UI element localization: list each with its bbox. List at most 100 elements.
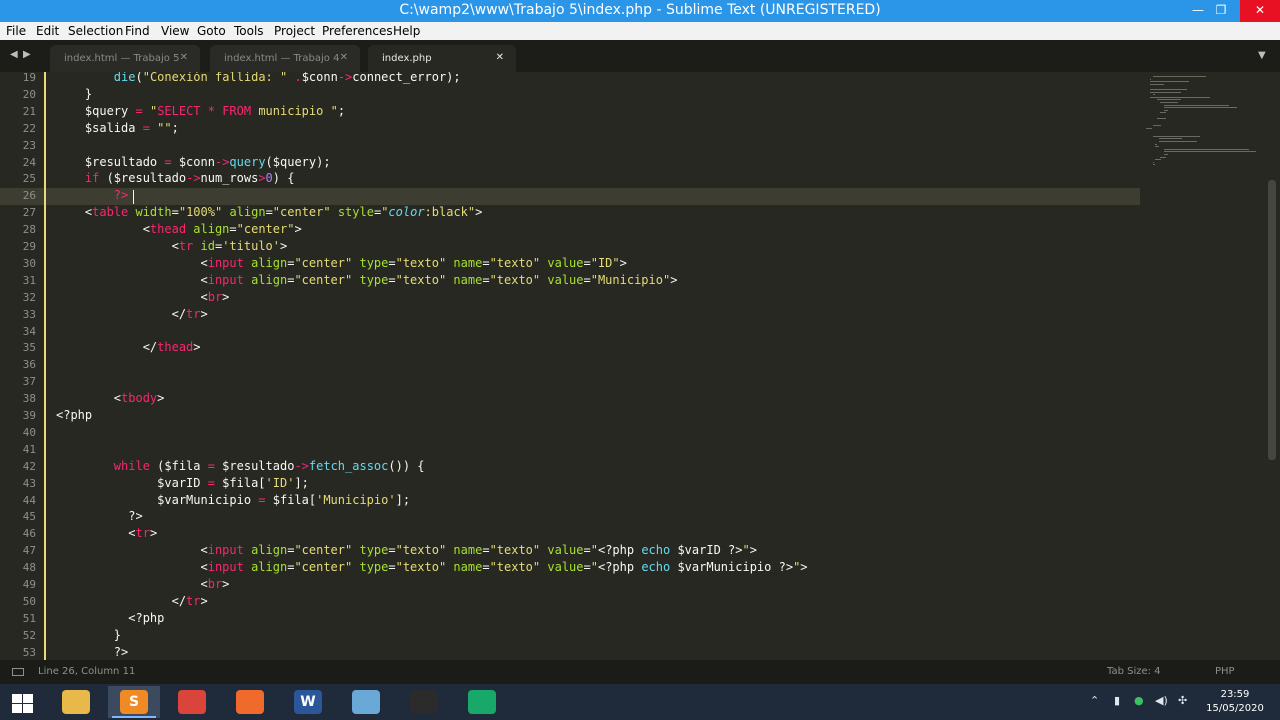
code-line[interactable]: <tbody> [56,391,165,405]
code-line[interactable]: </tr> [56,594,208,608]
menu-help[interactable]: Help [393,24,420,38]
line-number: 47 [22,544,36,558]
maximize-icon[interactable]: ❐ [1206,0,1236,22]
word-icon: W [294,690,322,714]
minimap-line [1153,164,1156,166]
code-line[interactable]: $varID = $fila['ID']; [56,476,309,490]
network-icon[interactable]: ✣ [1178,694,1187,707]
menu-edit[interactable]: Edit [36,24,59,38]
code-editor[interactable]: 19 die("Conexión fallida: " .$conn->conn… [0,72,1280,660]
menu-selection[interactable]: Selection [68,24,123,38]
taskbar-sublime-text[interactable]: S [108,686,160,718]
tab-close-icon[interactable]: ✕ [340,52,348,63]
line-number: 33 [22,307,36,321]
menu-file[interactable]: File [6,24,26,38]
line-number: 52 [22,628,36,642]
line-number: 44 [22,493,36,507]
menu-bar: File Edit Selection Find View Goto Tools Projec… [0,22,1280,40]
line-number: 45 [22,510,36,524]
code-line[interactable]: <br> [56,577,229,591]
code-line[interactable]: <thead align="center"> [56,222,302,236]
menu-preferences[interactable]: Preferences [322,24,393,38]
code-line[interactable]: </thead> [56,340,201,354]
code-line[interactable]: $resultado = $conn->query($query); [56,155,331,169]
tab-list-dropdown-icon[interactable]: ▼ [1258,50,1266,61]
code-line[interactable]: <table width="100%" align="center" style… [56,205,482,219]
menu-goto[interactable]: Goto [197,24,226,38]
close-icon[interactable]: ✕ [1240,0,1280,22]
status-bar: Line 26, Column 11 Tab Size: 4 PHP [0,660,1280,684]
tab-scroll-right-icon[interactable]: ▶ [23,49,31,60]
security-icon[interactable]: ● [1134,694,1144,707]
code-line[interactable]: if ($resultado->num_rows>0) { [56,171,295,185]
minimap-line [1149,81,1190,83]
paint-icon [352,690,380,714]
minimap-line [1153,76,1206,77]
code-line[interactable]: <tr> [56,526,157,540]
code-line[interactable]: while ($fila = $resultado->fetch_assoc()… [56,459,425,473]
code-line[interactable]: <input align="center" type="texto" name=… [56,560,807,574]
menu-tools[interactable]: Tools [234,24,264,38]
code-line[interactable]: $varMunicipio = $fila['Municipio']; [56,493,410,507]
line-number: 42 [22,459,36,473]
line-number: 22 [22,121,36,135]
taskbar-paint[interactable] [340,686,392,718]
clock-date: 15/05/2020 [1206,703,1264,714]
minimap-line [1149,89,1187,90]
code-line[interactable]: } [56,87,92,101]
usb-icon[interactable]: ▮ [1114,694,1120,707]
line-number: 21 [22,104,36,118]
code-line[interactable]: <input align="center" type="texto" name=… [56,256,626,270]
code-line[interactable]: </tr> [56,307,208,321]
code-line[interactable]: <?php [56,408,92,422]
code-line[interactable]: ?> [56,645,128,659]
start-button[interactable] [0,686,52,718]
code-line[interactable]: $salida = ""; [56,121,179,135]
tab-close-icon[interactable]: ✕ [180,52,188,63]
minimap[interactable] [1140,72,1268,660]
menu-project[interactable]: Project [274,24,315,38]
code-line[interactable]: <br> [56,290,229,304]
tab-1[interactable]: index.html — Trabajo 5 ✕ [50,45,200,72]
line-number: 40 [22,425,36,439]
code-line[interactable]: <?php [56,611,164,625]
minimap-line [1155,159,1161,161]
window-title: C:\wamp2\www\Trabajo 5\index.php - Subli… [399,2,881,18]
taskbar-app-launcher[interactable] [456,686,508,718]
code-line[interactable]: ?> [56,509,142,523]
panel-toggle-icon[interactable] [12,668,24,676]
code-line[interactable]: die("Conexión fallida: " .$conn->connect… [56,72,461,84]
minimap-line [1160,112,1166,114]
tab-scroll-left-icon[interactable]: ◀ [10,49,18,60]
menu-view[interactable]: View [161,24,189,38]
minimap-line [1153,135,1201,137]
code-line[interactable]: <input align="center" type="texto" name=… [56,273,677,287]
syntax-indicator[interactable]: PHP [1215,666,1235,677]
line-number: 37 [22,375,36,389]
line-number: 24 [22,155,36,169]
tab-close-icon[interactable]: ✕ [496,52,504,63]
taskbar-word[interactable]: W [282,686,334,718]
tray-overflow-icon[interactable]: ⌃ [1090,694,1099,707]
cursor-position[interactable]: Line 26, Column 11 [38,666,135,677]
taskbar-file-explorer[interactable] [50,686,102,718]
code-line[interactable]: <tr id='titulo'> [56,239,288,253]
code-line[interactable]: <input align="center" type="texto" name=… [56,543,756,557]
tab-2[interactable]: index.html — Trabajo 4 ✕ [210,45,360,72]
vertical-scrollbar[interactable] [1268,180,1276,460]
taskbar-obs[interactable] [398,686,450,718]
menu-find[interactable]: Find [125,24,150,38]
code-line[interactable]: } [56,628,121,642]
taskbar-chrome[interactable] [166,686,218,718]
system-clock[interactable]: 23:59 15/05/2020 [1200,688,1270,716]
volume-icon[interactable]: ◀) [1155,694,1168,707]
tab-bar: ◀ ▶ ▼ index.html — Trabajo 5 ✕ index.html … [0,40,1280,72]
code-line[interactable]: ?> [56,188,128,202]
taskbar-firefox[interactable] [224,686,276,718]
minimap-line [1164,148,1249,150]
tab-size-indicator[interactable]: Tab Size: 4 [1107,666,1161,677]
minimap-line [1149,78,1151,80]
minimap-line [1155,143,1158,145]
tab-3[interactable]: index.php ✕ [368,45,516,72]
code-line[interactable]: $query = "SELECT * FROM municipio "; [56,104,345,118]
